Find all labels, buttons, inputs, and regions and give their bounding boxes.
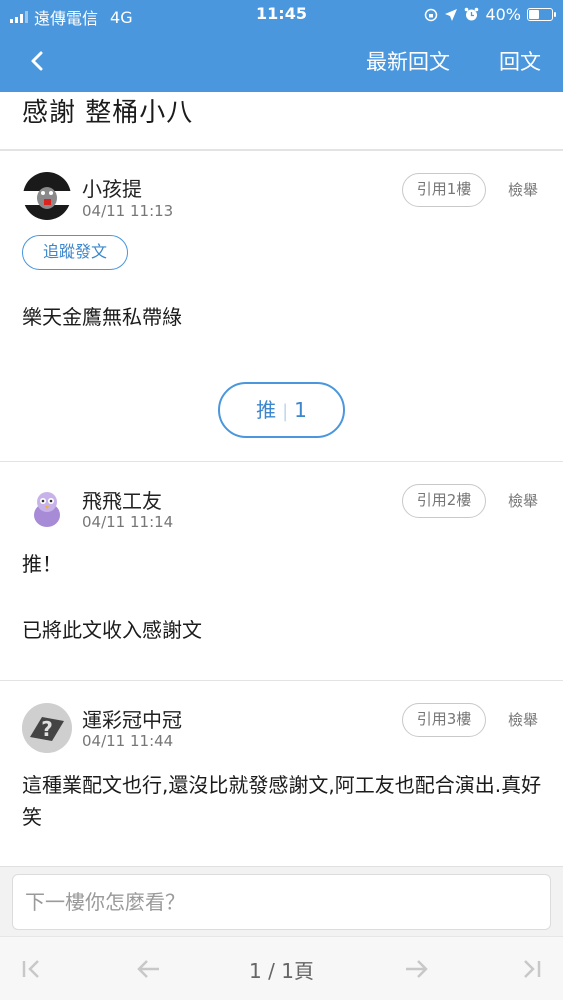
quote-button[interactable]: 引用1樓 <box>402 173 486 207</box>
location-arrow-icon <box>445 8 458 21</box>
follow-post-button[interactable]: 追蹤發文 <box>22 235 128 270</box>
battery-icon <box>527 8 556 21</box>
reply-bar <box>0 866 563 936</box>
nav-bar: 最新回文 回文 <box>0 30 563 92</box>
avatar-totoro-icon <box>22 172 72 220</box>
avatar[interactable] <box>22 171 72 221</box>
post-time: 04/11 11:13 <box>82 202 174 220</box>
push-separator: | <box>282 401 289 422</box>
reply-link[interactable]: 回文 <box>499 46 541 76</box>
page-indicator: 1 / 1頁 <box>249 959 314 983</box>
post-2: 飛飛工友 04/11 11:14 引用2樓 檢舉 推！ 已將此文收入感謝文 <box>0 462 563 680</box>
top-bar: 遠傳電信 4G 11:45 40% 最新回文 回文 <box>0 0 563 92</box>
post-author: 運彩冠中冠 <box>82 708 182 732</box>
post-1: 小孩提 04/11 11:13 引用1樓 檢舉 追蹤發文 樂天金鷹無私帶綠 推 |… <box>0 151 563 461</box>
post-body: 推！ 已將此文收入感謝文 <box>22 548 542 646</box>
post-author: 小孩提 <box>82 177 142 201</box>
report-button[interactable]: 檢舉 <box>508 179 538 200</box>
push-button[interactable]: 推 | 1 <box>218 382 345 438</box>
rotation-lock-icon <box>425 8 438 21</box>
report-button[interactable]: 檢舉 <box>508 490 538 511</box>
avatar-purple-bird-icon <box>22 484 72 534</box>
quote-button[interactable]: 引用2樓 <box>402 484 486 518</box>
pagination-bar: 1 / 1頁 <box>0 936 563 1000</box>
status-right: 40% <box>424 5 556 24</box>
post-3: ? 運彩冠中冠 04/11 11:44 引用3樓 檢舉 這種業配文也行,還沒比就… <box>0 681 563 866</box>
post-body-line: 樂天金鷹無私帶綠 <box>22 305 182 329</box>
last-page-icon[interactable] <box>515 955 545 983</box>
avatar-question-icon: ? <box>22 703 72 753</box>
thread-title: 感謝 整桶小八 <box>22 98 194 128</box>
post-author: 飛飛工友 <box>82 489 162 513</box>
push-count: 1 <box>294 398 307 422</box>
svg-text:?: ? <box>41 717 53 741</box>
post-time: 04/11 11:14 <box>82 513 174 531</box>
battery-percent: 40% <box>485 5 521 24</box>
post-body-line: 已將此文收入感謝文 <box>22 618 202 642</box>
back-chevron-icon[interactable] <box>22 44 56 78</box>
next-page-icon[interactable] <box>402 955 432 983</box>
post-body-line: 推！ <box>22 552 62 576</box>
avatar[interactable]: ? <box>22 703 72 753</box>
post-body: 樂天金鷹無私帶綠 <box>22 301 542 333</box>
push-label: 推 <box>256 398 277 422</box>
latest-replies-link[interactable]: 最新回文 <box>366 46 450 76</box>
avatar[interactable] <box>22 484 72 534</box>
quote-button[interactable]: 引用3樓 <box>402 703 486 737</box>
post-time: 04/11 11:44 <box>82 732 174 750</box>
alarm-icon <box>465 7 479 21</box>
report-button[interactable]: 檢舉 <box>508 709 538 730</box>
thread-title-area: 感謝 整桶小八 <box>0 92 563 150</box>
status-bar: 遠傳電信 4G 11:45 40% <box>0 0 563 30</box>
post-body-line: 這種業配文也行,還沒比就發感謝文,阿工友也配合演出.真好笑 <box>22 773 542 829</box>
reply-input[interactable] <box>12 874 551 930</box>
post-body: 這種業配文也行,還沒比就發感謝文,阿工友也配合演出.真好笑 <box>22 769 542 833</box>
